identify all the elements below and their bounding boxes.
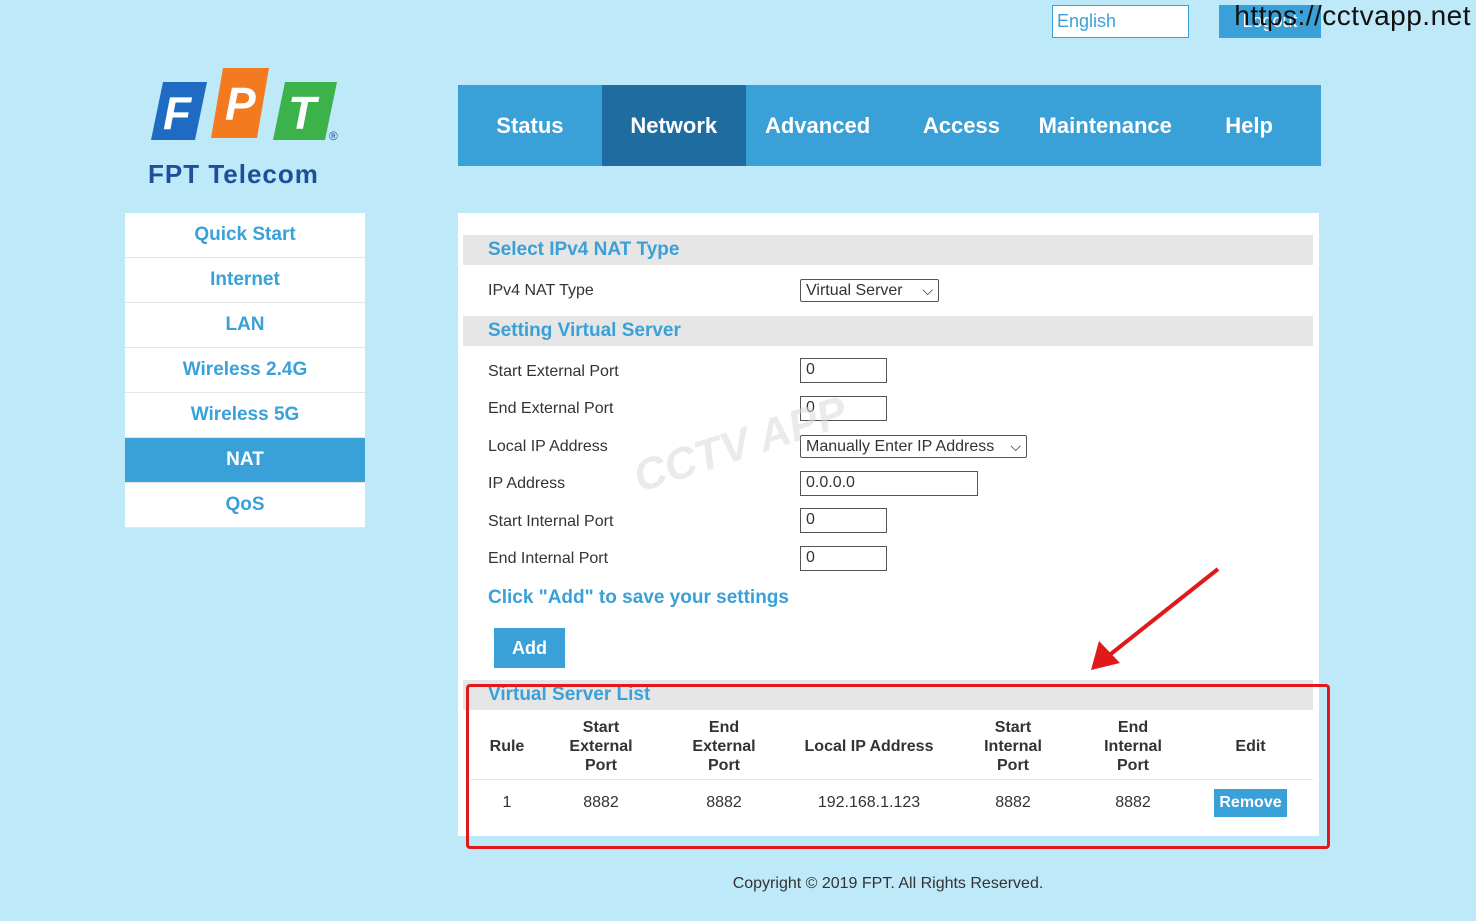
end-internal-port-label: End Internal Port [488,550,609,567]
sidebar: Quick Start Internet LAN Wireless 2.4G W… [125,213,365,528]
brand-caption: FPT Telecom [148,159,319,189]
svg-text:F: F [163,87,193,139]
tab-help[interactable]: Help [1177,85,1321,166]
sidebar-item-quick-start[interactable]: Quick Start [125,213,365,258]
sidebar-item-wireless-5g[interactable]: Wireless 5G [125,393,365,438]
site-url-watermark: https://cctvapp.net [1234,0,1471,31]
start-internal-port-label: Start Internal Port [488,513,614,530]
tab-maintenance[interactable]: Maintenance [1033,85,1177,166]
start-internal-port-input[interactable]: 0 [800,508,887,533]
add-button[interactable]: Add [494,628,565,668]
nat-type-label: IPv4 NAT Type [488,282,594,299]
sidebar-item-wireless-24g[interactable]: Wireless 2.4G [125,348,365,393]
svg-text:P: P [225,78,256,130]
ip-address-input[interactable]: 0.0.0.0 [800,471,978,496]
language-select[interactable]: English [1052,5,1189,38]
logo-f-tile: F [151,82,207,140]
red-highlight-box [466,684,1330,849]
red-arrow-icon [1091,567,1220,670]
add-hint-text: Click "Add" to save your settings [488,587,789,608]
sidebar-item-qos[interactable]: QoS [125,483,365,528]
end-external-port-label: End External Port [488,400,614,417]
section-nat-type: Select IPv4 NAT Type [463,235,1313,265]
start-external-port-label: Start External Port [488,363,619,380]
end-internal-port-input[interactable]: 0 [800,546,887,571]
tab-network[interactable]: Network [601,85,746,166]
footer-copyright: Copyright © 2019 FPT. All Rights Reserve… [732,875,1044,892]
local-ip-label: Local IP Address [488,438,608,455]
registered-mark: ® [329,129,338,143]
tab-access[interactable]: Access [889,85,1033,166]
ip-address-label: IP Address [488,475,566,492]
sidebar-item-lan[interactable]: LAN [125,303,365,348]
tab-advanced[interactable]: Advanced [746,85,890,166]
chevron-down-icon: ⌵ [922,282,933,298]
svg-text:T: T [288,87,320,139]
start-external-port-input[interactable]: 0 [800,358,887,383]
sidebar-item-internet[interactable]: Internet [125,258,365,303]
section-virtual-server: Setting Virtual Server [463,316,1313,346]
tab-status[interactable]: Status [458,85,602,166]
sidebar-item-nat[interactable]: NAT [125,438,365,483]
logo-t-tile: T [273,82,337,140]
logo-p-tile: P [211,68,269,138]
nat-type-select[interactable]: Virtual Server ⌵ [800,279,939,302]
main-nav: Status Network Advanced Access Maintenan… [458,85,1321,166]
chevron-down-icon: ⌵ [1010,438,1021,454]
